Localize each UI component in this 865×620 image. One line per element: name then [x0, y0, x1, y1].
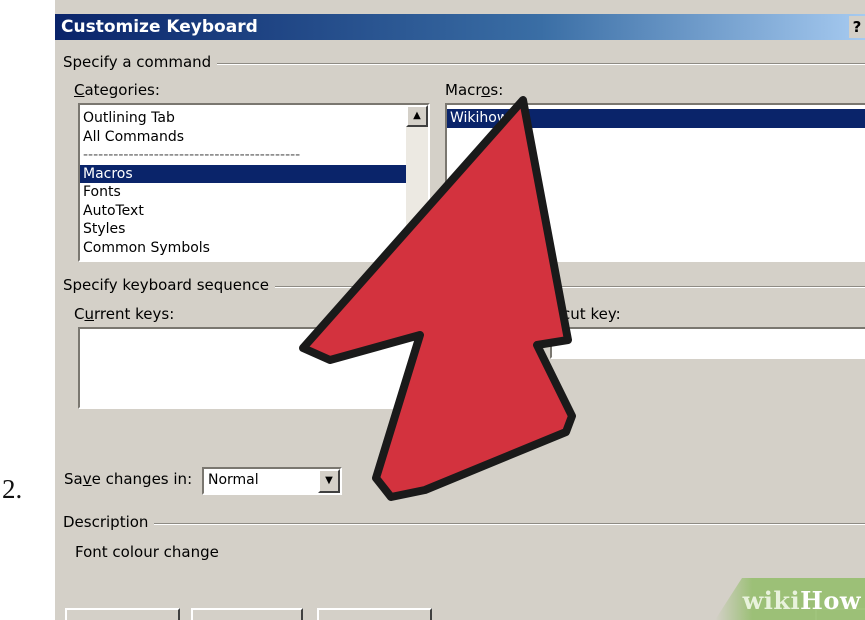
save-changes-label-post: e changes in: [91, 470, 193, 488]
keyboard-group-label: Specify keyboard sequence [63, 276, 275, 294]
save-changes-label: Save changes in: [64, 470, 192, 488]
category-item[interactable]: AutoText [80, 202, 406, 221]
step-number: 2. [2, 474, 23, 504]
current-keys-label-accel: u [84, 305, 94, 323]
customize-keyboard-dialog: Customize Keyboard ? Specify a command C… [55, 0, 865, 620]
scroll-up-arrow-icon[interactable]: ▲ [406, 105, 428, 127]
assign-button[interactable] [65, 608, 180, 620]
macro-item-selected[interactable]: Wikihow [447, 109, 865, 128]
command-group-label: Specify a command [63, 53, 218, 71]
categories-label: Categories: [74, 81, 160, 99]
remove-button[interactable] [191, 608, 303, 620]
category-item-selected[interactable]: Macros [80, 164, 406, 183]
wikihow-logo-how: How [800, 586, 861, 615]
description-group-line [63, 523, 865, 525]
macros-list: Wikihow [447, 105, 865, 128]
current-keys-listbox[interactable] [78, 327, 430, 409]
category-item[interactable]: Common Symbols [80, 239, 406, 258]
category-item[interactable]: Fonts [80, 183, 406, 202]
macros-label-post: s: [490, 81, 504, 99]
help-icon[interactable]: ? [849, 16, 865, 38]
shortcut-key-input[interactable] [550, 327, 865, 359]
category-item[interactable]: Styles [80, 220, 406, 239]
current-keys-label-pre: C [74, 305, 85, 323]
reset-all-button[interactable] [317, 608, 432, 620]
macros-label: Macros: [445, 81, 503, 99]
macros-listbox[interactable]: Wikihow [445, 103, 865, 262]
category-item[interactable]: Outlining Tab [80, 109, 406, 128]
save-changes-label-pre: Sa [64, 470, 83, 488]
shortcut-key-label: rtcut key: [550, 305, 621, 323]
current-keys-label-post: rrent keys: [94, 305, 175, 323]
chevron-down-icon[interactable]: ▼ [318, 469, 340, 493]
save-changes-value: Normal [208, 472, 259, 488]
categories-listbox[interactable]: Outlining Tab All Commands -------------… [78, 103, 430, 262]
description-text: Font colour change [75, 543, 219, 561]
categories-label-rest: ategories: [84, 81, 160, 99]
categories-list: Outlining Tab All Commands -------------… [80, 105, 406, 257]
wikihow-logo: wikiHow [743, 586, 861, 615]
save-changes-label-accel: v [82, 470, 92, 488]
save-changes-select[interactable]: Normal ▼ [202, 467, 342, 495]
category-separator: ----------------------------------------… [83, 147, 301, 163]
category-item[interactable]: All Commands [80, 128, 406, 147]
categories-label-accel: C [74, 81, 85, 99]
dialog-title: Customize Keyboard [61, 17, 258, 37]
wikihow-logo-wiki: wiki [742, 586, 801, 615]
categories-scrollbar[interactable]: ▲ [406, 105, 428, 260]
wikihow-watermark: wikiHow [715, 578, 865, 620]
dialog-titlebar: Customize Keyboard ? [55, 14, 865, 40]
current-keys-label: Current keys: [74, 305, 174, 323]
macros-label-pre: Macr [445, 81, 482, 99]
description-group-label: Description [63, 513, 155, 531]
